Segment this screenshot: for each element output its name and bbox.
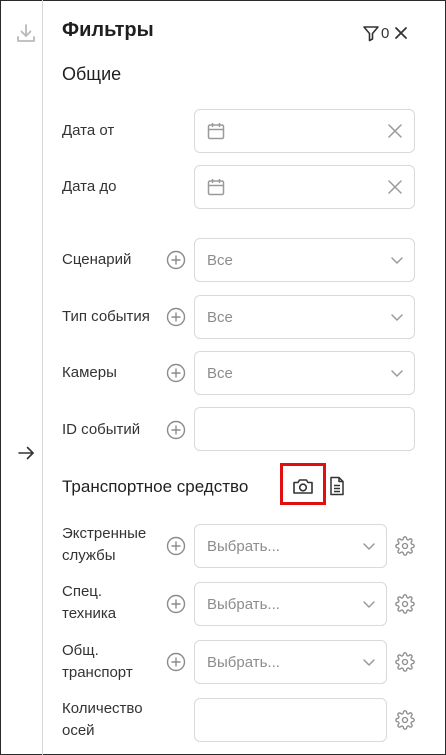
special-select[interactable]: Выбрать... [194,582,387,626]
gear-icon[interactable] [395,536,415,556]
scenario-label: Сценарий [62,251,132,268]
public-label-line2: транспорт [62,664,133,681]
axles-input[interactable] [194,698,387,742]
cameras-value: Все [207,364,233,382]
scenario-value: Все [207,251,233,269]
scenario-select[interactable]: Все [194,238,415,282]
arrow-right-icon[interactable] [15,443,37,463]
clear-icon[interactable] [388,180,402,194]
event-type-select[interactable]: Все [194,295,415,339]
public-label-line1: Общ. [62,642,99,659]
axles-label: Количество осей [62,698,143,742]
vehicle-heading: Транспортное средство [62,477,249,496]
plus-circle-icon[interactable] [166,652,186,672]
filter-count-value: 0 [381,24,390,42]
emergency-label-line1: Экстренные [62,525,147,542]
emergency-placeholder: Выбрать... [207,537,280,555]
chevron-down-icon [391,314,403,321]
plus-circle-icon[interactable] [166,536,186,556]
special-label: Спец. техника [62,581,116,625]
clear-icon[interactable] [388,124,402,138]
document-icon[interactable] [329,476,345,496]
sidebar-divider [42,0,43,755]
special-placeholder: Выбрать... [207,595,280,613]
event-ids-label: ID событий [62,421,141,438]
axles-label-line2: осей [62,722,95,739]
special-label-line1: Спец. [62,583,103,600]
gear-icon[interactable] [395,594,415,614]
emergency-label-line2: службы [62,547,116,564]
chevron-down-icon [391,370,403,377]
download-icon[interactable] [15,22,37,44]
emergency-label: Экстренные службы [62,523,146,567]
plus-circle-icon[interactable] [166,594,186,614]
event-type-label: Тип события [62,308,150,325]
event-type-value: Все [207,308,233,326]
plus-circle-icon[interactable] [166,420,186,440]
camera-icon-highlight [280,463,326,505]
general-heading: Общие [62,64,122,84]
public-placeholder: Выбрать... [207,653,280,671]
close-icon[interactable] [393,25,409,41]
event-ids-input[interactable] [194,407,415,451]
plus-circle-icon[interactable] [166,363,186,383]
calendar-icon[interactable] [206,177,226,197]
public-label: Общ. транспорт [62,640,133,684]
chevron-down-icon [391,257,403,264]
filter-icon [363,26,379,42]
cameras-select[interactable]: Все [194,351,415,395]
date-to-label: Дата до [62,178,117,195]
plus-circle-icon[interactable] [166,307,186,327]
gear-icon[interactable] [395,652,415,672]
date-from-label: Дата от [62,122,115,139]
chevron-down-icon [363,601,375,608]
filter-counter[interactable]: 0 [362,24,409,42]
gear-icon[interactable] [395,710,415,730]
date-from-field[interactable] [194,109,415,153]
chevron-down-icon [363,543,375,550]
axles-label-line1: Количество [62,700,143,717]
cameras-label: Камеры [62,364,117,381]
date-to-field[interactable] [194,165,415,209]
chevron-down-icon [363,659,375,666]
emergency-select[interactable]: Выбрать... [194,524,387,568]
public-select[interactable]: Выбрать... [194,640,387,684]
panel-title: Фильтры [62,19,154,41]
calendar-icon[interactable] [206,121,226,141]
special-label-line2: техника [62,605,117,622]
plus-circle-icon[interactable] [166,250,186,270]
